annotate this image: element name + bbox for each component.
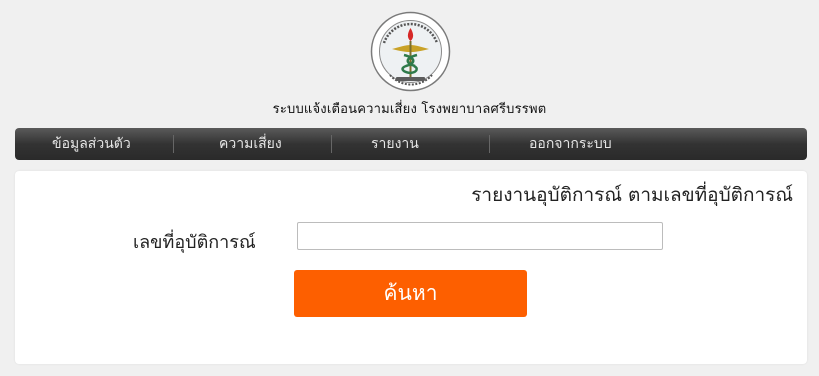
search-button[interactable]: ค้นหา (294, 270, 527, 317)
nav-divider (173, 135, 174, 153)
nav-item-report[interactable]: รายงาน (371, 128, 419, 160)
nav-item-risk[interactable]: ความเสี่ยง (219, 128, 282, 160)
report-search-panel: รายงานอุบัติการณ์ ตามเลขที่อุบัติการณ์ เ… (15, 171, 807, 364)
incident-number-input[interactable] (297, 222, 663, 250)
header: ระบบแจ้งเตือนความเสี่ยง โรงพยาบาลศรีบรรพ… (0, 0, 819, 128)
report-title: รายงานอุบัติการณ์ ตามเลขที่อุบัติการณ์ (471, 184, 793, 206)
nav-divider (489, 135, 490, 153)
incident-number-label: เลขที่อุบัติการณ์ (133, 232, 256, 253)
main-navbar: ข้อมูลส่วนตัว ความเสี่ยง รายงาน ออกจากระ… (15, 128, 807, 160)
nav-item-personal-info[interactable]: ข้อมูลส่วนตัว (52, 128, 131, 160)
nav-divider (331, 135, 332, 153)
ministry-seal-logo-icon (370, 11, 451, 92)
site-title: ระบบแจ้งเตือนความเสี่ยง โรงพยาบาลศรีบรรพ… (272, 102, 547, 117)
nav-item-logout[interactable]: ออกจากระบบ (529, 128, 612, 160)
